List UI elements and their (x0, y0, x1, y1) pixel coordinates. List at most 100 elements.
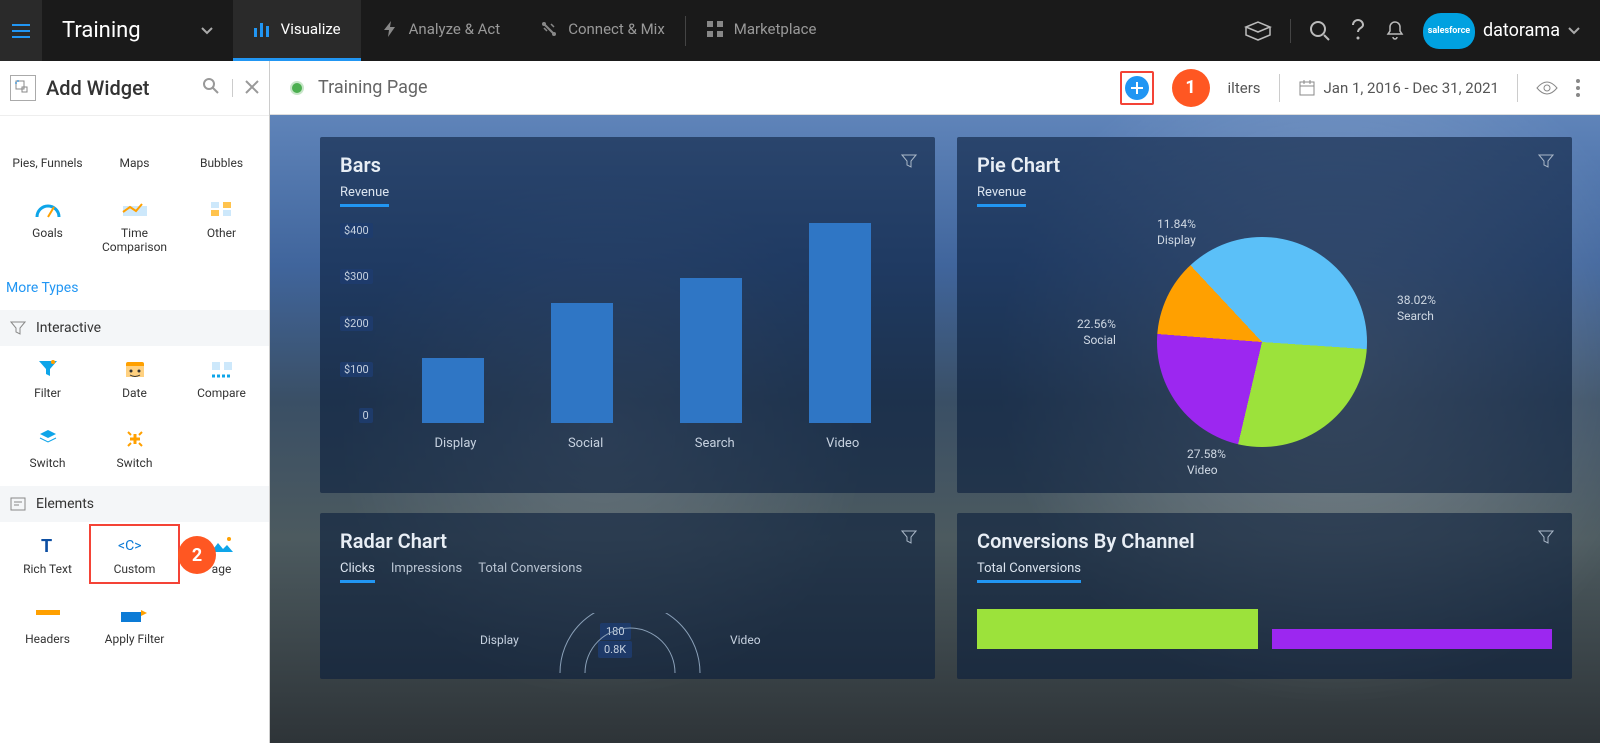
grid-icon (706, 20, 724, 38)
bars-icon (253, 20, 271, 38)
widget-type-goals[interactable]: Goals (4, 190, 91, 260)
close-icon[interactable] (245, 79, 259, 98)
divider (232, 79, 233, 97)
widget-title: Bars (340, 153, 381, 177)
add-widget-button[interactable] (1125, 76, 1149, 100)
nav-right: salesforce datorama (1244, 13, 1600, 49)
interactive-switch-2[interactable]: Switch (91, 420, 178, 476)
canvas: Training Page 1 ilters Jan 1, 2016 - Dec… (270, 61, 1600, 743)
add-widget-highlight (1120, 71, 1154, 105)
divider (1279, 74, 1280, 102)
radar-axis-label: Video (730, 633, 761, 647)
svg-text:<C>: <C> (118, 538, 142, 554)
section-label: Elements (36, 496, 94, 512)
salesforce-cloud-icon: salesforce (1423, 13, 1475, 49)
svg-text:T: T (41, 536, 52, 556)
metric-tab[interactable]: Revenue (340, 185, 389, 207)
filter-icon (10, 320, 26, 336)
tab-label: Analyze & Act (409, 20, 501, 38)
widget-type-label: Date (122, 386, 147, 400)
interactive-date[interactable]: Date (91, 350, 178, 406)
brand: salesforce datorama (1423, 13, 1580, 49)
widget-bars[interactable]: Bars Revenue $400$300$200$1000 DisplaySo… (320, 137, 935, 493)
widget-type-label: Headers (25, 632, 70, 646)
tab-marketplace[interactable]: Marketplace (686, 0, 837, 61)
widget-conversions[interactable]: Conversions By Channel Total Conversions (957, 513, 1572, 679)
visibility-icon[interactable] (1536, 81, 1558, 95)
filters-label[interactable]: ilters (1228, 79, 1261, 97)
nav-tabs: Visualize Analyze & Act Connect & Mix Ma… (233, 0, 837, 61)
metric-tab[interactable]: Impressions (391, 561, 462, 583)
widget-type-time-comparison[interactable]: Time Comparison (91, 190, 178, 260)
filter-icon[interactable] (1538, 153, 1554, 173)
widget-type-label: Filter (34, 386, 61, 400)
top-nav: Training Visualize Analyze & Act Connect… (0, 0, 1600, 61)
widget-type-other[interactable]: Other (178, 190, 265, 260)
metric-tab[interactable]: Total Conversions (478, 561, 582, 583)
widget-type-label: Maps (120, 156, 150, 170)
date-range-picker[interactable]: Jan 1, 2016 - Dec 31, 2021 (1298, 79, 1499, 97)
interactive-compare[interactable]: Compare (178, 350, 265, 406)
panel-body: Pies, Funnels Maps Bubbles Goals Time Co… (0, 116, 269, 743)
status-dot (290, 81, 304, 95)
elements-icon (10, 496, 26, 512)
search-icon[interactable] (202, 77, 220, 99)
help-icon[interactable] (1349, 19, 1367, 43)
widget-radar[interactable]: Radar Chart Clicks Impressions Total Con… (320, 513, 935, 679)
filter-icon[interactable] (901, 153, 917, 173)
more-types-button[interactable]: More Types (0, 270, 269, 310)
radar-axis-label: Display (480, 633, 519, 647)
filter-icon[interactable] (1538, 529, 1554, 549)
tab-visualize[interactable]: Visualize (233, 0, 361, 61)
tab-label: Connect & Mix (568, 20, 665, 38)
section-label: Interactive (36, 320, 101, 336)
calendar-icon (1298, 79, 1316, 97)
widget-type-label: Custom (114, 562, 156, 576)
bolt-icon (381, 20, 399, 38)
widget-type-label: Time Comparison (102, 226, 167, 254)
widget-type-label: Other (207, 226, 236, 240)
widget-type-label: age (212, 562, 232, 576)
search-icon[interactable] (1309, 20, 1331, 42)
chevron-down-icon[interactable] (1568, 27, 1580, 35)
bar-chart: $400$300$200$1000 DisplaySocialSearchVid… (340, 223, 915, 463)
menu-button[interactable] (0, 0, 42, 61)
element-headers[interactable]: Headers (4, 596, 91, 652)
widget-title: Radar Chart (340, 529, 447, 553)
widget-type-maps[interactable]: Maps (91, 120, 178, 176)
widget-type-bubbles[interactable]: Bubbles (178, 120, 265, 176)
widget-type-label: Compare (197, 386, 246, 400)
element-rich-text[interactable]: TRich Text (4, 526, 91, 582)
divider (1290, 19, 1291, 43)
filter-icon[interactable] (901, 529, 917, 549)
add-widget-panel: Add Widget Pies, Funnels Maps Bubbles Go… (0, 61, 270, 743)
tab-connect[interactable]: Connect & Mix (520, 0, 685, 61)
panel-title: Add Widget (46, 76, 149, 100)
callout-2: 2 (178, 536, 216, 574)
widget-type-label: Pies, Funnels (12, 156, 82, 170)
page-header: Training Page 1 ilters Jan 1, 2016 - Dec… (270, 61, 1600, 115)
widget-type-label: Goals (32, 226, 63, 240)
widget-title: Pie Chart (977, 153, 1060, 177)
metric-tab[interactable]: Clicks (340, 561, 375, 583)
box-icon[interactable] (1244, 20, 1272, 42)
workspace-name: Training (62, 18, 141, 43)
metric-tab[interactable]: Revenue (977, 185, 1026, 207)
section-header-interactive: Interactive (0, 310, 269, 346)
chevron-down-icon (201, 27, 213, 35)
interactive-filter[interactable]: Filter (4, 350, 91, 406)
widget-title: Conversions By Channel (977, 529, 1195, 553)
tab-analyze[interactable]: Analyze & Act (361, 0, 521, 61)
page-title: Training Page (318, 77, 428, 98)
interactive-switch[interactable]: Switch (4, 420, 91, 476)
date-range-text: Jan 1, 2016 - Dec 31, 2021 (1324, 79, 1499, 97)
widget-type-label: Bubbles (200, 156, 243, 170)
metric-tab[interactable]: Total Conversions (977, 561, 1081, 583)
element-custom[interactable]: <C> Custom (91, 526, 178, 582)
more-icon[interactable] (1576, 79, 1580, 97)
widget-pie[interactable]: Pie Chart Revenue 38.02%Search27.58%Vide… (957, 137, 1572, 493)
widget-type-pies-funnels[interactable]: Pies, Funnels (4, 120, 91, 176)
bell-icon[interactable] (1385, 20, 1405, 42)
element-apply-filter[interactable]: Apply Filter (91, 596, 178, 652)
workspace-dropdown[interactable]: Training (42, 18, 233, 43)
